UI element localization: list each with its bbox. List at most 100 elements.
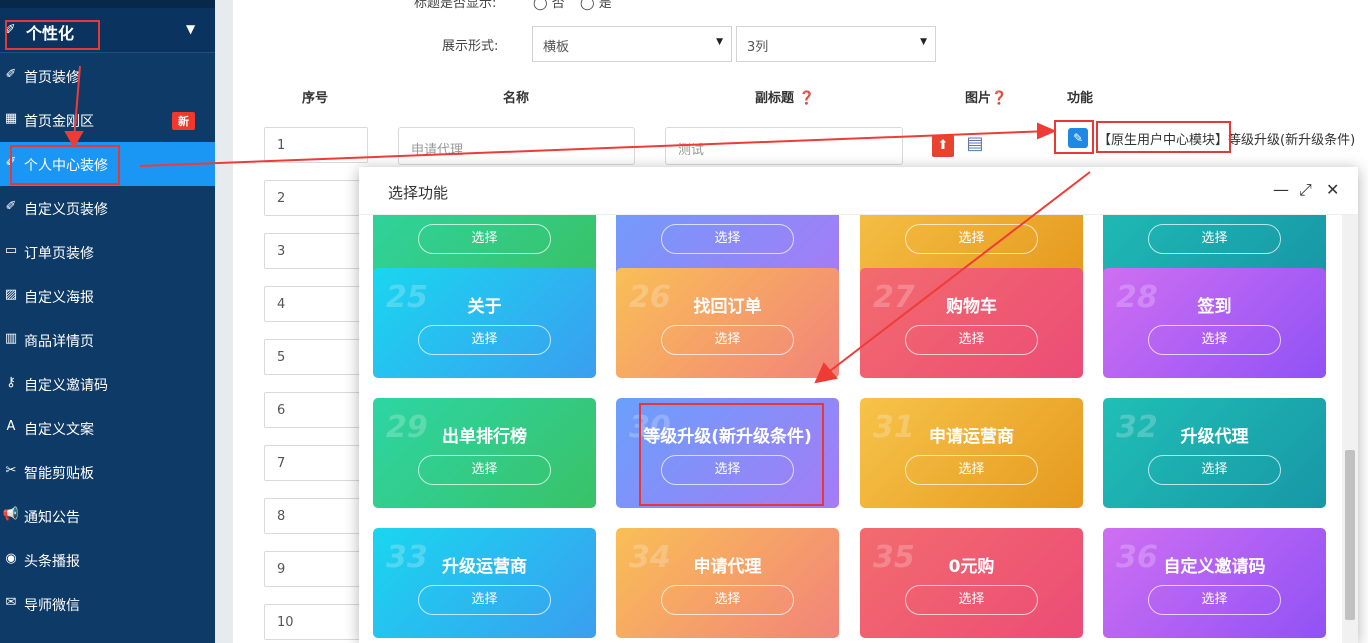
sidebar-item[interactable]: ⚷ 自定义邀请码 xyxy=(0,362,215,406)
sidebar-item-label: 订单页装修 xyxy=(24,246,94,262)
function-card: 33 升级运营商 选择 xyxy=(373,528,596,638)
function-card: 30 等级升级(新升级条件) 选择 xyxy=(616,398,839,508)
sidebar: ✐ 个性化 ▼ ✐ 首页装修 ▦ 首页金刚区 新 ✐ 个人中心装修 ✐ 自定义页装修 ▭ 订单页装修… xyxy=(0,0,215,643)
minimize-icon[interactable]: — xyxy=(1273,180,1289,199)
select-button[interactable]: 选择 xyxy=(661,585,794,615)
display-form-select[interactable]: 横板 ▼ xyxy=(532,26,732,62)
chevron-down-icon: ▼ xyxy=(186,22,196,36)
brush-icon: ✐ xyxy=(5,67,17,82)
upload-icon[interactable]: ⬆ xyxy=(932,135,954,157)
select-button[interactable]: 选择 xyxy=(418,585,551,615)
image-icon: ▨ xyxy=(4,287,18,302)
bullhorn-icon: 📢 xyxy=(2,507,20,522)
sidebar-item[interactable]: ✐ 自定义页装修 xyxy=(0,186,215,230)
select-button[interactable]: 选择 xyxy=(1148,325,1281,355)
scrollbar-thumb[interactable] xyxy=(1345,450,1355,620)
brush-icon: ✐ xyxy=(5,155,17,170)
select-button[interactable]: 选择 xyxy=(418,455,551,485)
sidebar-item-label: 首页金刚区 xyxy=(24,114,94,130)
select-button[interactable]: 选择 xyxy=(1148,585,1281,615)
sidebar-item-label: 个人中心装修 xyxy=(24,158,108,174)
close-icon[interactable]: ✕ xyxy=(1326,180,1339,199)
radio-no[interactable]: ◯ 否 xyxy=(533,0,565,11)
select-button[interactable]: 选择 xyxy=(905,224,1038,254)
sidebar-item[interactable]: ✐ 个人中心装修 xyxy=(0,142,215,186)
sidebar-top-bar xyxy=(0,0,215,8)
modal-body: 21选择22选择23选择24选择25关于选择26找回订单选择27购物车选择28签… xyxy=(359,215,1358,643)
sidebar-item[interactable]: ▥ 商品详情页 xyxy=(0,318,215,362)
row1-function-text: 【原生用户中心模块】等级升级(新升级条件) xyxy=(1098,133,1356,148)
sidebar-item-label: 自定义邀请码 xyxy=(24,378,108,394)
new-badge: 新 xyxy=(172,112,195,130)
card-name: 等级升级(新升级条件) xyxy=(643,427,812,447)
modal-title: 选择功能 xyxy=(388,184,449,202)
select-button[interactable]: 选择 xyxy=(661,224,794,254)
select-button[interactable]: 选择 xyxy=(661,455,794,485)
function-card: 27 购物车 选择 xyxy=(860,268,1083,378)
select-button[interactable]: 选择 xyxy=(905,455,1038,485)
select-button[interactable]: 选择 xyxy=(418,224,551,254)
maximize-icon[interactable]: ⤢ xyxy=(1299,180,1312,200)
sidebar-item-label: 首页装修 xyxy=(24,70,80,86)
sidebar-group-title: 个性化 xyxy=(26,24,75,43)
col-header-name: 名称 xyxy=(503,91,530,106)
sidebar-item-label: 商品详情页 xyxy=(24,334,94,350)
columns-icon: ▥ xyxy=(4,331,18,346)
sidebar-item[interactable]: ▨ 自定义海报 xyxy=(0,274,215,318)
sidebar-item[interactable]: 📢 通知公告 xyxy=(0,494,215,538)
radio-yes[interactable]: ◯ 是 xyxy=(580,0,612,11)
function-card: 34 申请代理 选择 xyxy=(616,528,839,638)
key-icon: ⚷ xyxy=(6,375,16,390)
row1-subtitle-input[interactable]: 测试 xyxy=(665,127,903,165)
row-index-input[interactable]: 4 xyxy=(264,286,368,322)
card-name: 关于 xyxy=(467,297,502,317)
function-card: 25 关于 选择 xyxy=(373,268,596,378)
card-name: 升级运营商 xyxy=(442,557,527,577)
columns-value: 3列 xyxy=(747,40,769,55)
card-name: 出单排行榜 xyxy=(442,427,527,447)
card-name: 申请代理 xyxy=(693,557,762,577)
select-function-modal: 选择功能 — ⤢ ✕ 21选择22选择23选择24选择25关于选择26找回订单选… xyxy=(359,167,1358,643)
row-index-input[interactable]: 9 xyxy=(264,551,368,587)
display-form-label: 展示形式: xyxy=(442,39,499,54)
select-button[interactable]: 选择 xyxy=(1148,455,1281,485)
columns-select[interactable]: 3列 ▼ xyxy=(736,26,936,62)
sidebar-item-label: 自定义文案 xyxy=(24,422,94,438)
row-index-input[interactable]: 2 xyxy=(264,180,368,216)
card-name: 升级代理 xyxy=(1180,427,1249,447)
function-card: 26 找回订单 选择 xyxy=(616,268,839,378)
sidebar-item[interactable]: ✂ 智能剪贴板 xyxy=(0,450,215,494)
sidebar-group-personalize[interactable]: ✐ 个性化 ▼ xyxy=(0,8,215,53)
select-button[interactable]: 选择 xyxy=(418,325,551,355)
row1-subtitle-placeholder: 测试 xyxy=(678,143,705,158)
wechat-icon: ✉ xyxy=(5,595,17,610)
image-placeholder-icon[interactable]: ▤ xyxy=(962,130,988,158)
row-index-input[interactable]: 8 xyxy=(264,498,368,534)
select-button[interactable]: 选择 xyxy=(1148,224,1281,254)
sidebar-item-label: 自定义页装修 xyxy=(24,202,108,218)
card-name: 找回订单 xyxy=(693,297,762,317)
row1-name-input[interactable]: 申请代理 xyxy=(398,127,635,165)
sidebar-item[interactable]: ▦ 首页金刚区 新 xyxy=(0,98,215,142)
sidebar-item[interactable]: A 自定义文案 xyxy=(0,406,215,450)
modal-scrollbar[interactable] xyxy=(1342,215,1358,643)
sidebar-item[interactable]: ◉ 头条播报 xyxy=(0,538,215,582)
row-index-input[interactable]: 10 xyxy=(264,604,368,640)
card-name: 购物车 xyxy=(946,297,997,317)
row-index-input[interactable]: 5 xyxy=(264,339,368,375)
sidebar-item[interactable]: ✉ 导师微信 xyxy=(0,582,215,626)
select-button[interactable]: 选择 xyxy=(905,585,1038,615)
sidebar-item[interactable]: ✐ 首页装修 xyxy=(0,54,215,98)
card-name: 0元购 xyxy=(948,557,995,577)
row-index-input[interactable]: 1 xyxy=(264,127,368,163)
row-index-input[interactable]: 3 xyxy=(264,233,368,269)
row-index-input[interactable]: 6 xyxy=(264,392,368,428)
sidebar-item[interactable]: ▭ 订单页装修 xyxy=(0,230,215,274)
edit-function-button[interactable]: ✎ xyxy=(1068,128,1088,148)
function-card: 29 出单排行榜 选择 xyxy=(373,398,596,508)
card-name: 自定义邀请码 xyxy=(1163,557,1266,577)
row-index-input[interactable]: 7 xyxy=(264,445,368,481)
sidebar-item-label: 通知公告 xyxy=(24,510,80,526)
select-button[interactable]: 选择 xyxy=(905,325,1038,355)
select-button[interactable]: 选择 xyxy=(661,325,794,355)
